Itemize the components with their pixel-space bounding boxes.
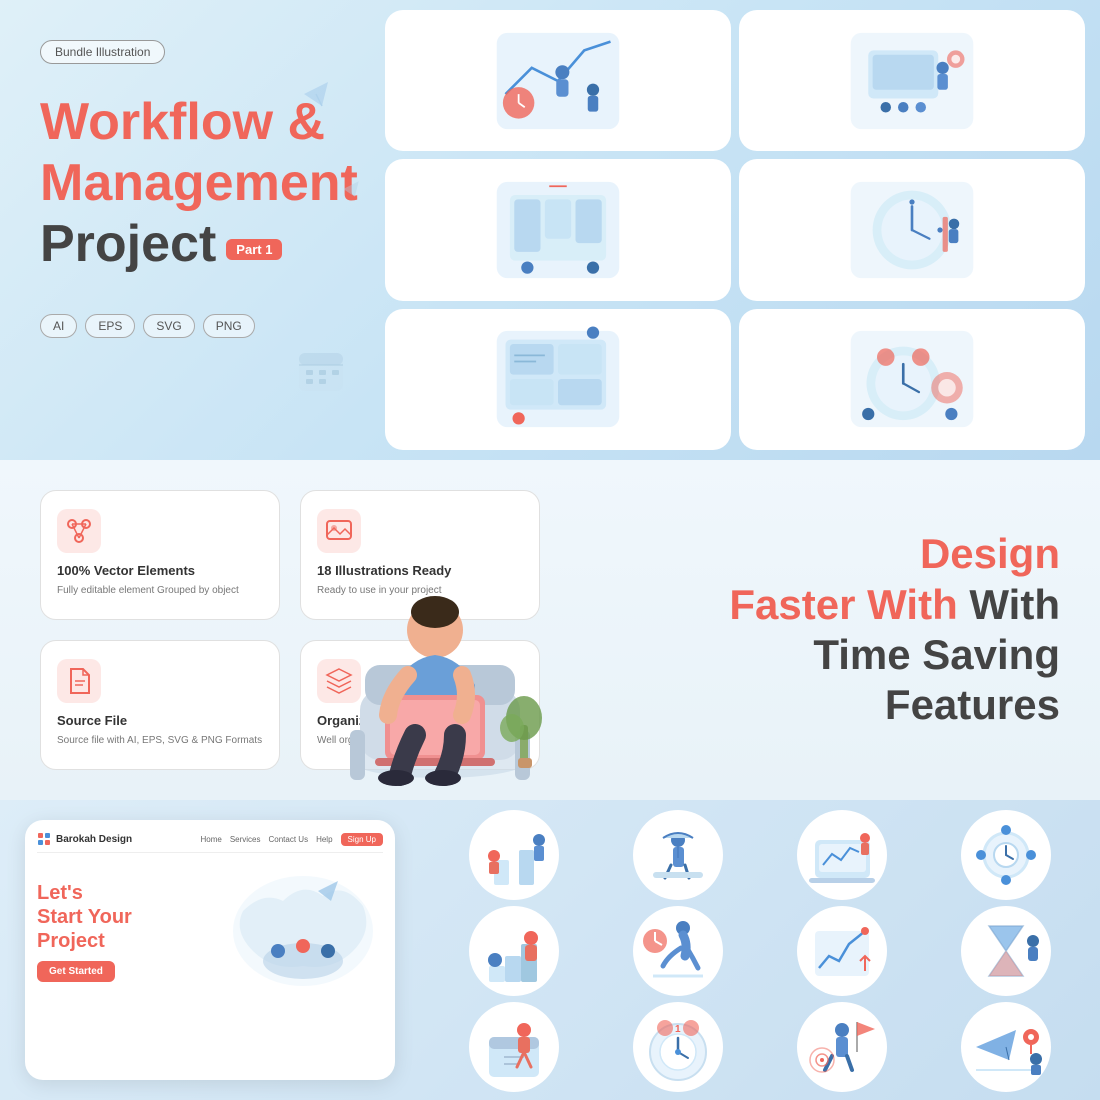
circle-illus-7 (797, 906, 887, 996)
logo-text: Barokah Design (56, 834, 132, 845)
calendar-decoration (295, 345, 350, 400)
top-left-panel: Bundle Illustration Workflow & Managemen… (0, 0, 370, 460)
feature-desc-illus: Ready to use in your project (317, 584, 442, 598)
illustrations-grid-top (370, 0, 1100, 460)
nav-home: Home (200, 835, 221, 844)
mockup-panel: Barokah Design Home Services Contact Us … (0, 800, 430, 1100)
mockup-logo: Barokah Design (37, 832, 132, 846)
feature-title-layers: Organized Layers (317, 713, 426, 728)
mockup-text: Let'sStart YourProject Get Started (37, 881, 213, 982)
feature-title-vector: 100% Vector Elements (57, 563, 195, 578)
mockup-heading: Let'sStart YourProject (37, 881, 213, 953)
design-faster-title: Design Faster With With Time Saving Feat… (729, 529, 1060, 731)
circle-illus-11 (797, 1002, 887, 1092)
paper-plane-deco-1 (302, 80, 330, 115)
format-ai: AI (40, 314, 77, 338)
mockup-nav: Home Services Contact Us Help Sign Up (200, 833, 383, 846)
circle-illus-4 (961, 810, 1051, 900)
signup-button[interactable]: Sign Up (341, 833, 383, 846)
middle-section: 100% Vector Elements Fully editable elem… (0, 460, 1100, 800)
mockup-card: Barokah Design Home Services Contact Us … (25, 820, 395, 1080)
circle-illus-8 (961, 906, 1051, 996)
feature-card-illustrations: 18 Illustrations Ready Ready to use in y… (300, 490, 540, 620)
nav-help: Help (316, 835, 332, 844)
feature-title-source: Source File (57, 713, 127, 728)
illus-card-4 (739, 159, 1085, 300)
format-badges: AI EPS SVG PNG (40, 314, 340, 338)
format-svg: SVG (143, 314, 194, 338)
illus-card-6 (739, 309, 1085, 450)
feature-card-source: Source File Source file with AI, EPS, SV… (40, 640, 280, 770)
feature-card-vector: 100% Vector Elements Fully editable elem… (40, 490, 280, 620)
feature-card-layers: Organized Layers Well organized layers a… (300, 640, 540, 770)
circle-illus-1 (469, 810, 559, 900)
illus-card-2 (739, 10, 1085, 151)
features-grid: 100% Vector Elements Fully editable elem… (0, 460, 580, 800)
mockup-body: Let'sStart YourProject Get Started (37, 861, 383, 1001)
circle-illus-12 (961, 1002, 1051, 1092)
circle-illus-2 (633, 810, 723, 900)
get-started-button[interactable]: Get Started (37, 961, 115, 982)
format-png: PNG (203, 314, 255, 338)
format-eps: EPS (85, 314, 135, 338)
circle-illus-10: 1 (633, 1002, 723, 1092)
circle-illus-6 (633, 906, 723, 996)
mockup-illustration (223, 861, 383, 1001)
bottom-section: Barokah Design Home Services Contact Us … (0, 800, 1100, 1100)
nav-services: Services (230, 835, 261, 844)
paper-plane-deco-2 (342, 180, 360, 203)
circle-illus-3 (797, 810, 887, 900)
main-title-line3: Project (40, 216, 216, 273)
feature-desc-vector: Fully editable element Grouped by object (57, 584, 239, 598)
circle-illus-9 (469, 1002, 559, 1092)
feature-desc-layers: Well organized layers and groups (317, 734, 465, 748)
layers-icon (317, 659, 361, 703)
illus-card-5 (385, 309, 731, 450)
illus-card-3 (385, 159, 731, 300)
bundle-badge: Bundle Illustration (40, 40, 165, 64)
top-section: Bundle Illustration Workflow & Managemen… (0, 0, 1100, 460)
feature-title-illus: 18 Illustrations Ready (317, 563, 451, 578)
main-title-line2: Management (40, 155, 340, 212)
vector-icon (57, 509, 101, 553)
illus-card-1 (385, 10, 731, 151)
design-faster-panel: Design Faster With With Time Saving Feat… (580, 460, 1100, 800)
nav-contact: Contact Us (269, 835, 309, 844)
main-title-line1: Workflow & (40, 94, 340, 151)
feature-desc-source: Source file with AI, EPS, SVG & PNG Form… (57, 734, 262, 748)
illustrations-grid-bottom: 1 (430, 800, 1100, 1100)
circle-illus-5 (469, 906, 559, 996)
part-badge: Part 1 (226, 239, 282, 260)
illustrations-icon (317, 509, 361, 553)
source-icon (57, 659, 101, 703)
mockup-header: Barokah Design Home Services Contact Us … (37, 832, 383, 853)
svg-text:1: 1 (675, 1024, 681, 1035)
